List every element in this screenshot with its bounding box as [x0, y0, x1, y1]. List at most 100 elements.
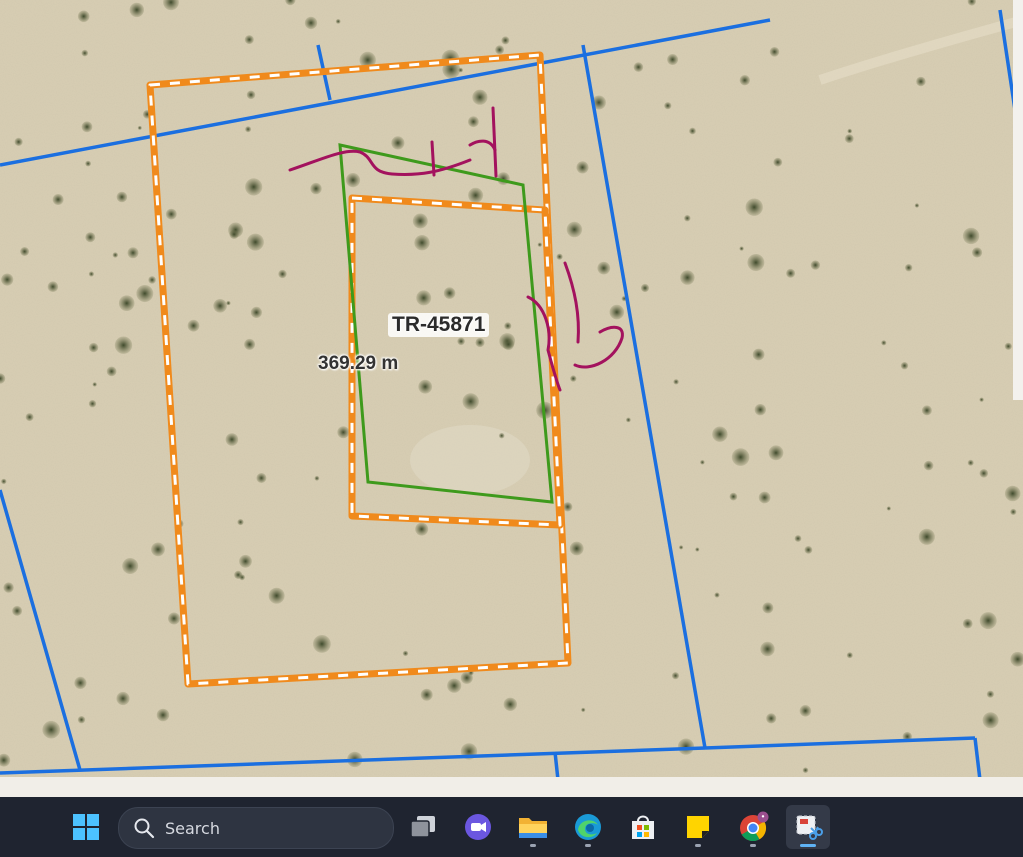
taskbar-search[interactable] — [118, 807, 394, 849]
task-view-button[interactable] — [401, 805, 445, 849]
shrub — [443, 287, 456, 299]
shrub — [137, 125, 142, 130]
running-indicator — [530, 844, 536, 847]
shrub — [712, 426, 728, 442]
shrub — [979, 469, 989, 478]
shrub — [695, 547, 700, 552]
shrub — [412, 213, 428, 229]
shrub — [569, 541, 584, 556]
shrub — [769, 47, 780, 57]
shrub — [752, 348, 765, 361]
shrub — [1010, 508, 1017, 515]
shrub — [81, 121, 93, 133]
shrub — [923, 460, 934, 471]
shrub — [245, 178, 263, 196]
shrub — [114, 336, 133, 354]
shrub — [847, 128, 852, 134]
shrub — [225, 433, 239, 446]
shrub — [168, 612, 180, 625]
sticky-note-icon — [687, 816, 709, 838]
snipping-tool-icon — [796, 815, 823, 840]
shrub — [773, 157, 783, 167]
shrub — [88, 342, 99, 353]
shrub — [447, 678, 462, 693]
shrub — [972, 247, 983, 258]
snipping-tool-button[interactable] — [786, 805, 830, 849]
shrub — [581, 707, 586, 713]
shrub — [667, 54, 679, 65]
shrub — [127, 247, 139, 259]
chrome-button[interactable]: • — [731, 805, 775, 849]
shrub — [246, 90, 256, 100]
sticky-notes-button[interactable] — [676, 805, 720, 849]
shrub — [962, 227, 980, 245]
store-icon — [632, 815, 654, 839]
shrub — [391, 136, 405, 150]
shrub — [106, 366, 117, 377]
shrub — [148, 276, 156, 284]
shrub — [234, 570, 243, 580]
shrub — [462, 393, 479, 410]
shrub — [74, 676, 87, 690]
meet-button[interactable] — [456, 805, 500, 849]
shrub — [677, 738, 695, 755]
shrub — [844, 134, 854, 144]
shrub — [794, 535, 802, 542]
shrub — [881, 340, 887, 346]
shrub — [237, 519, 244, 526]
shrub — [88, 400, 97, 408]
shrub — [246, 233, 264, 251]
shrub — [335, 19, 341, 24]
shrub — [640, 283, 650, 293]
shrub — [457, 337, 465, 346]
start-button[interactable] — [64, 805, 108, 849]
shrub — [714, 592, 720, 598]
shrub — [136, 285, 154, 302]
shrub — [337, 426, 350, 439]
edge-button[interactable] — [566, 805, 610, 849]
shrub — [226, 300, 231, 306]
shrub — [310, 182, 322, 195]
shrub — [256, 473, 267, 483]
shrub — [118, 295, 135, 312]
shrub — [156, 708, 170, 722]
shrub — [739, 246, 744, 251]
shrub — [414, 235, 430, 251]
shrub — [680, 270, 695, 285]
shrub — [802, 767, 809, 773]
shrub — [20, 247, 30, 256]
shrub — [112, 252, 119, 258]
store-button[interactable] — [621, 805, 665, 849]
file-explorer-button[interactable] — [511, 805, 555, 849]
shrub — [979, 612, 997, 630]
map-canvas[interactable]: TR-45871 369.29 m — [0, 0, 1023, 797]
shrub — [745, 198, 763, 216]
shrub — [345, 173, 361, 188]
shrub — [116, 191, 128, 203]
shrub — [739, 75, 750, 86]
video-chat-icon — [465, 814, 491, 840]
shrub — [503, 697, 517, 711]
shrub — [671, 672, 680, 680]
shrub — [12, 605, 23, 616]
shrub — [468, 187, 484, 203]
shrub — [165, 208, 177, 220]
shrub — [762, 602, 774, 614]
shrub — [570, 375, 577, 382]
shrub — [92, 382, 97, 387]
shrub — [566, 221, 583, 238]
shrub — [151, 542, 165, 557]
shrub — [664, 102, 672, 110]
search-icon — [134, 818, 155, 839]
shrub — [576, 161, 589, 174]
map-bottom-strip — [0, 777, 1023, 797]
active-indicator — [800, 844, 816, 847]
shrub — [979, 397, 984, 402]
shrub — [962, 618, 973, 629]
shrub — [626, 417, 631, 423]
shrub — [229, 229, 239, 239]
search-input[interactable] — [163, 817, 367, 839]
shrub — [25, 413, 34, 422]
bare-patch — [410, 425, 530, 495]
shrub — [244, 35, 254, 45]
